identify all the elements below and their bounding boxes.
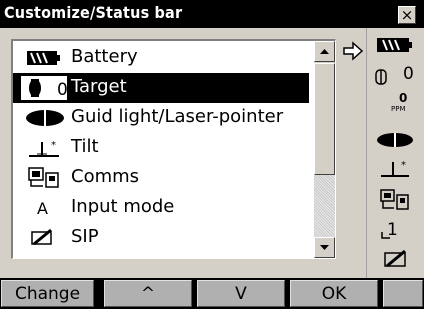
list-item-label: Tilt	[71, 136, 99, 157]
input-mode-glyph: A	[37, 199, 48, 218]
list-item-sip[interactable]: SIP	[13, 223, 309, 253]
list-scrollbar[interactable]	[314, 41, 335, 258]
title-bar: Customize/Status bar ×	[0, 0, 424, 28]
input-mode-icon	[381, 232, 390, 239]
scroll-up-button[interactable]	[314, 41, 335, 62]
customize-status-bar-window: Customize/Status bar × Battery 0 Target …	[0, 0, 424, 309]
status-item-list[interactable]: Battery 0 Target Guid light/Laser-pointe…	[11, 39, 336, 259]
target-prism-icon: 0	[21, 76, 67, 100]
list-item-comms[interactable]: Comms	[13, 163, 309, 193]
sip-icon	[31, 228, 52, 246]
close-button[interactable]: ×	[398, 6, 416, 24]
list-item-label: Battery	[71, 46, 138, 67]
list-item-battery[interactable]: Battery	[13, 43, 309, 73]
battery-icon	[27, 51, 60, 65]
list-item-label: Input mode	[71, 196, 175, 217]
list-item-guide-light[interactable]: Guid light/Laser-pointer	[13, 103, 309, 133]
move-up-button[interactable]: ^	[104, 280, 192, 307]
guide-light-icon	[26, 110, 64, 126]
change-button[interactable]: Change	[1, 280, 94, 307]
list-item-input-mode[interactable]: A Input mode	[13, 193, 309, 223]
list-item-target[interactable]: 0 Target	[13, 73, 309, 103]
list-item-label: Comms	[71, 166, 140, 187]
target-constant-value: 0	[403, 64, 414, 84]
battery-icon	[377, 38, 412, 52]
ppm-unit: PPM	[391, 105, 406, 113]
ok-button[interactable]: OK	[290, 280, 378, 307]
triangle-up-icon	[320, 49, 329, 54]
scroll-down-button[interactable]	[314, 237, 335, 258]
scrollbar-thumb[interactable]	[314, 63, 335, 175]
triangle-down-icon	[320, 245, 329, 250]
arrow-right-icon	[343, 41, 364, 61]
comms-icon	[28, 167, 59, 188]
window-title: Customize/Status bar	[4, 3, 183, 22]
list-item-label: Target	[71, 76, 127, 97]
target-prism-icon	[375, 69, 387, 85]
sip-icon	[384, 249, 406, 268]
list-item-label: Guid light/Laser-pointer	[71, 106, 284, 127]
comms-icon	[380, 189, 409, 210]
tilt-icon: *	[29, 140, 59, 157]
svg-text:*: *	[51, 140, 56, 151]
input-mode-icon: A	[37, 199, 48, 218]
blank-function-key[interactable]	[383, 280, 423, 307]
tilt-icon: *	[381, 160, 409, 177]
target-prefix: 0	[57, 80, 67, 100]
move-down-button[interactable]: V	[197, 280, 285, 307]
dialog-body: Battery 0 Target Guid light/Laser-pointe…	[0, 28, 424, 278]
function-key-bar: Change ^ V OK	[0, 278, 424, 309]
svg-text:*: *	[401, 160, 406, 171]
list-item-tilt[interactable]: * Tilt	[13, 133, 309, 163]
list-item-label: SIP	[71, 226, 99, 247]
guide-light-icon	[377, 133, 413, 147]
ppm-value: 0	[399, 91, 408, 105]
status-bar: 0 0 PPM * 1	[366, 28, 424, 278]
